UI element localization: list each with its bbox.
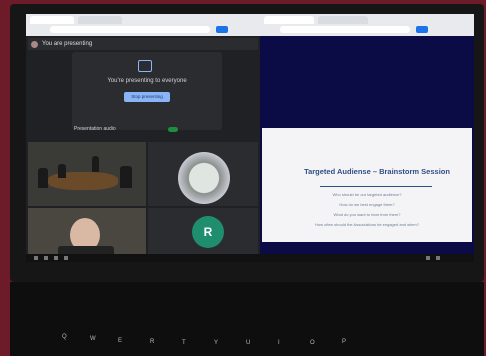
toolbar-button[interactable]: [416, 26, 428, 33]
browser-tab[interactable]: [30, 16, 74, 24]
key: R: [150, 339, 155, 345]
presenting-label: You are presenting: [42, 41, 93, 47]
participant-tile-avatar[interactable]: [148, 142, 258, 206]
tray-icon[interactable]: [426, 256, 430, 260]
slides-window: Targeted Audiense – Brainstorm Session W…: [260, 36, 474, 262]
photo: You are presenting You're presenting to …: [0, 0, 486, 356]
browser-tab[interactable]: [264, 16, 314, 24]
taskbar-app-icon[interactable]: [44, 256, 48, 260]
browser-chrome-right: [260, 14, 474, 36]
slide-line: Who should be our targeted audience?: [332, 192, 402, 197]
taskbar: [26, 254, 474, 262]
presenting-message: You're presenting to everyone: [107, 78, 187, 84]
start-icon[interactable]: [34, 256, 38, 260]
presenting-banner: You are presenting: [28, 38, 258, 50]
stop-presenting-button[interactable]: Stop presenting: [124, 92, 170, 102]
address-bar[interactable]: [280, 26, 410, 33]
participant-figure: [120, 166, 132, 188]
address-bar[interactable]: [50, 26, 210, 33]
key: W: [90, 336, 96, 342]
slide-line: What do you want to hear from them?: [333, 212, 401, 217]
presentation-audio-label: Presentation audio: [74, 126, 116, 132]
slide-line: How often should the Associations be eng…: [315, 222, 419, 227]
slide-line: How do we best engage them?: [339, 202, 395, 207]
key: Q: [62, 334, 67, 340]
present-screen-icon: [138, 60, 152, 72]
taskbar-app-icon[interactable]: [54, 256, 58, 260]
key: I: [278, 340, 280, 346]
presenting-card: You're presenting to everyone Stop prese…: [72, 52, 222, 130]
taskbar-app-icon[interactable]: [64, 256, 68, 260]
meet-window: You are presenting You're presenting to …: [26, 36, 260, 262]
browser-chrome-left: [26, 14, 260, 36]
presentation-audio-toggle[interactable]: [168, 127, 178, 132]
slide: Targeted Audiense – Brainstorm Session W…: [262, 128, 472, 242]
key: O: [310, 340, 315, 346]
participant-figure: [58, 164, 66, 178]
participant-figure: [38, 168, 48, 188]
participant-figure: [92, 156, 99, 172]
avatar-letter: R: [203, 225, 213, 239]
key: U: [246, 340, 251, 346]
participant-avatar: [178, 152, 230, 204]
key: E: [118, 338, 123, 344]
laptop-screen: You are presenting You're presenting to …: [26, 14, 474, 262]
key: P: [342, 339, 347, 345]
key: T: [182, 340, 186, 346]
key: Y: [214, 340, 219, 346]
participant-avatar: R: [192, 216, 224, 248]
toolbar-button[interactable]: [216, 26, 228, 33]
browser-tab[interactable]: [78, 16, 122, 24]
slide-rule: [320, 186, 432, 187]
avatar: [31, 41, 38, 48]
participant-tile-conference-room[interactable]: [28, 142, 146, 206]
tray-icon[interactable]: [436, 256, 440, 260]
keyboard: Q W E R T Y U I O P: [10, 282, 484, 356]
browser-tab[interactable]: [318, 16, 368, 24]
slide-title: Targeted Audiense – Brainstorm Session: [304, 167, 450, 176]
